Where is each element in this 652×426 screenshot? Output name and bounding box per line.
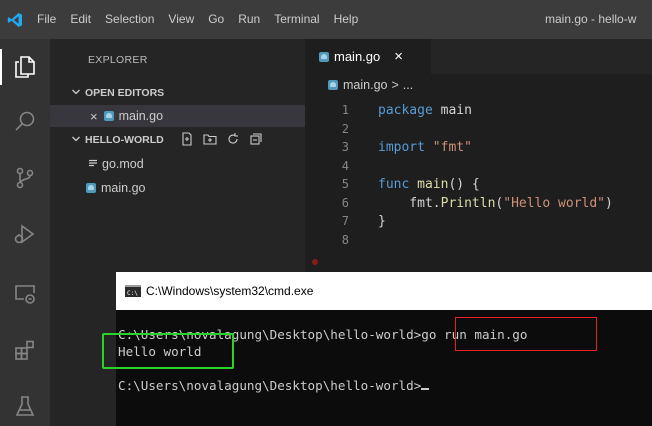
new-folder-icon[interactable] (203, 132, 217, 149)
cmd-app-icon: C:\ (125, 285, 141, 297)
chevron-down-icon (71, 134, 81, 147)
search-icon[interactable] (12, 108, 38, 134)
code-token: main (417, 177, 449, 192)
testing-icon[interactable] (12, 393, 38, 419)
refresh-icon[interactable] (226, 132, 240, 149)
remote-explorer-icon[interactable] (12, 281, 38, 307)
line-number: 8 (341, 232, 349, 247)
cmd-title: C:\Windows\system32\cmd.exe (146, 284, 314, 298)
menu-selection[interactable]: Selection (98, 0, 161, 39)
code-token: fmt. (378, 195, 441, 211)
menu-help[interactable]: Help (327, 0, 366, 39)
code-token: () { (448, 177, 480, 192)
extensions-icon[interactable] (12, 337, 38, 363)
menu-edit[interactable]: Edit (63, 0, 98, 39)
tab-main-go[interactable]: main.go × (305, 39, 431, 74)
open-editors-label: OPEN EDITORS (85, 87, 165, 99)
workspace-folder-header[interactable]: HELLO-WORLD (50, 129, 305, 151)
output-highlight-box (102, 333, 234, 369)
code-line[interactable]: 8 (305, 230, 652, 251)
breadcrumb-separator: > (391, 78, 399, 92)
breakpoint-hint-icon (312, 259, 318, 265)
open-editor-filename: main.go (118, 109, 164, 123)
files-icon[interactable] (12, 54, 38, 80)
svg-text:C:\: C:\ (127, 290, 138, 297)
chevron-down-icon (71, 87, 81, 100)
close-icon[interactable]: × (394, 48, 403, 65)
code-token: "Hello world" (503, 195, 605, 211)
editor-tab-bar: main.go × (305, 39, 652, 74)
breadcrumb-more[interactable]: ... (403, 78, 413, 92)
explorer-title: EXPLORER (88, 54, 148, 66)
go-gopher-icon (86, 183, 96, 193)
open-editor-item[interactable]: × main.go (50, 105, 305, 127)
activity-bar (0, 39, 50, 426)
code-token: import (378, 140, 433, 155)
title-bar: File Edit Selection View Go Run Terminal… (0, 0, 652, 39)
cmd-cursor (421, 388, 430, 390)
code-token: package (378, 103, 441, 118)
source-control-icon[interactable] (12, 165, 38, 191)
go-gopher-icon (103, 111, 114, 121)
tab-label: main.go (334, 49, 381, 64)
menu-terminal[interactable]: Terminal (267, 0, 326, 39)
new-file-icon[interactable] (180, 131, 194, 149)
code-token: } (378, 214, 386, 229)
close-icon[interactable]: × (90, 109, 98, 124)
vscode-logo-icon[interactable] (0, 0, 30, 39)
menu-file[interactable]: File (30, 0, 63, 39)
code-token: func (378, 177, 418, 192)
cmd-line-3: C:\Users\novalagung\Desktop\hello-world> (118, 378, 430, 393)
go-gopher-icon (328, 80, 338, 90)
breadcrumb: main.go > ... (305, 74, 652, 96)
code-token: main (440, 103, 472, 118)
menu-run[interactable]: Run (231, 0, 267, 39)
window-title: main.go - hello-w (545, 12, 637, 26)
command-highlight-box (455, 317, 597, 351)
open-editors-header[interactable]: OPEN EDITORS (50, 82, 305, 104)
menu-go[interactable]: Go (201, 0, 231, 39)
file-name: main.go (101, 181, 146, 195)
file-item-main-go[interactable]: main.go (50, 177, 305, 199)
go-gopher-icon (319, 51, 329, 62)
code-token: ) (605, 195, 613, 211)
menu-bar: File Edit Selection View Go Run Terminal… (30, 0, 365, 39)
collapse-all-icon[interactable] (249, 132, 263, 149)
run-debug-icon[interactable] (12, 221, 38, 247)
workspace-folder-label: HELLO-WORLD (85, 134, 164, 146)
code-token: "fmt" (432, 140, 472, 155)
file-name: go.mod (102, 157, 144, 171)
settings-lines-icon (88, 157, 98, 171)
code-token: Println (440, 195, 496, 211)
cmd-prompt: C:\Users\novalagung\Desktop\hello-world> (118, 378, 422, 393)
file-item-go-mod[interactable]: go.mod (50, 153, 305, 175)
cmd-title-bar[interactable]: C:\ C:\Windows\system32\cmd.exe (116, 272, 652, 310)
active-indicator (0, 49, 2, 85)
menu-view[interactable]: View (161, 0, 201, 39)
breadcrumb-file[interactable]: main.go (343, 78, 387, 92)
